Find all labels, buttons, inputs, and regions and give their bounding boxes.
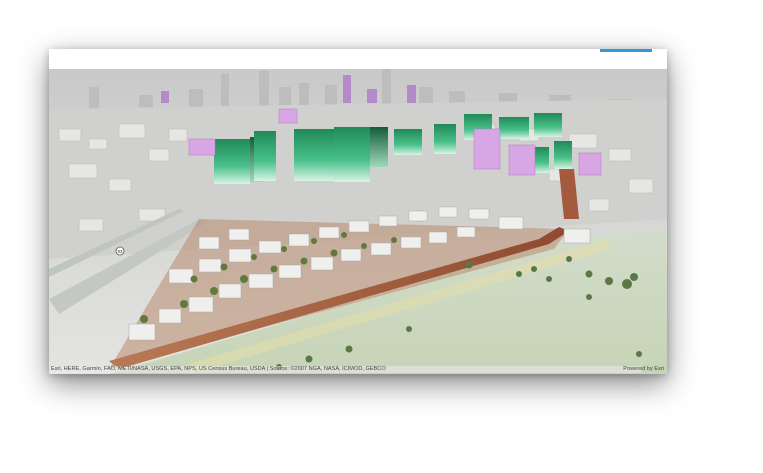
active-tab-indicator[interactable] (600, 49, 652, 52)
route-shield-number: 93 (117, 249, 123, 254)
3d-city-scene[interactable]: 93 (49, 69, 667, 374)
map-view-window[interactable]: 93 Esri, HERE, Garmin, FAO, METI/NASA, U… (49, 49, 667, 374)
map-attribution-right[interactable]: Powered by Esri (623, 366, 664, 373)
window-top-bar (49, 49, 667, 69)
map-attribution: Esri, HERE, Garmin, FAO, METI/NASA, USGS… (51, 366, 641, 373)
